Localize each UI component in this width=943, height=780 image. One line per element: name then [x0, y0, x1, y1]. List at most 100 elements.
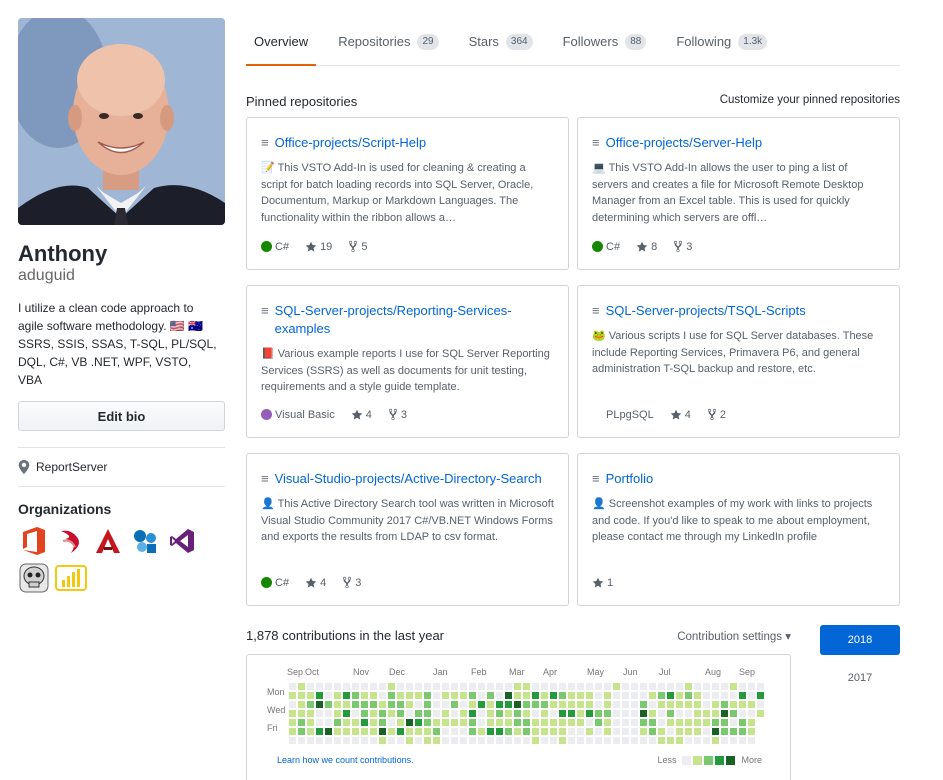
contribution-day-cell[interactable] — [577, 728, 584, 735]
contribution-day-cell[interactable] — [658, 710, 665, 717]
contribution-day-cell[interactable] — [523, 737, 530, 744]
contribution-day-cell[interactable] — [550, 719, 557, 726]
contribution-day-cell[interactable] — [649, 728, 656, 735]
contribution-day-cell[interactable] — [595, 719, 602, 726]
contribution-day-cell[interactable] — [640, 701, 647, 708]
contribution-day-cell[interactable] — [604, 692, 611, 699]
contribution-day-cell[interactable] — [577, 692, 584, 699]
contribution-day-cell[interactable] — [325, 719, 332, 726]
contribution-day-cell[interactable] — [487, 692, 494, 699]
contribution-day-cell[interactable] — [559, 728, 566, 735]
contribution-day-cell[interactable] — [667, 728, 674, 735]
contribution-day-cell[interactable] — [586, 728, 593, 735]
contribution-day-cell[interactable] — [631, 737, 638, 744]
contribution-day-cell[interactable] — [649, 710, 656, 717]
contribution-day-cell[interactable] — [613, 710, 620, 717]
contribution-day-cell[interactable] — [334, 710, 341, 717]
contribution-day-cell[interactable] — [622, 737, 629, 744]
contribution-day-cell[interactable] — [343, 728, 350, 735]
contribution-day-cell[interactable] — [739, 683, 746, 690]
contribution-day-cell[interactable] — [613, 728, 620, 735]
contribution-day-cell[interactable] — [406, 719, 413, 726]
contribution-day-cell[interactable] — [649, 737, 656, 744]
tab-overview[interactable]: Overview — [246, 18, 317, 66]
contribution-day-cell[interactable] — [703, 701, 710, 708]
contribution-day-cell[interactable] — [658, 719, 665, 726]
contribution-day-cell[interactable] — [568, 701, 575, 708]
contribution-day-cell[interactable] — [460, 737, 467, 744]
contribution-day-cell[interactable] — [658, 737, 665, 744]
contribution-day-cell[interactable] — [550, 701, 557, 708]
contribution-day-cell[interactable] — [478, 701, 485, 708]
contribution-day-cell[interactable] — [613, 683, 620, 690]
contribution-day-cell[interactable] — [532, 683, 539, 690]
contribution-day-cell[interactable] — [685, 737, 692, 744]
contribution-day-cell[interactable] — [289, 719, 296, 726]
contribution-day-cell[interactable] — [541, 719, 548, 726]
contribution-day-cell[interactable] — [352, 710, 359, 717]
contribution-day-cell[interactable] — [415, 719, 422, 726]
contribution-day-cell[interactable] — [532, 692, 539, 699]
drag-handle-icon[interactable]: ≡ — [261, 470, 269, 488]
contribution-day-cell[interactable] — [289, 701, 296, 708]
contribution-day-cell[interactable] — [460, 701, 467, 708]
contribution-day-cell[interactable] — [514, 701, 521, 708]
contribution-day-cell[interactable] — [586, 710, 593, 717]
contribution-day-cell[interactable] — [604, 701, 611, 708]
contribution-day-cell[interactable] — [541, 701, 548, 708]
contribution-day-cell[interactable] — [460, 683, 467, 690]
contribution-day-cell[interactable] — [730, 737, 737, 744]
contribution-day-cell[interactable] — [703, 692, 710, 699]
contribution-day-cell[interactable] — [316, 701, 323, 708]
contribution-day-cell[interactable] — [649, 692, 656, 699]
contribution-day-cell[interactable] — [442, 701, 449, 708]
contribution-day-cell[interactable] — [478, 719, 485, 726]
contribution-day-cell[interactable] — [415, 701, 422, 708]
contribution-day-cell[interactable] — [757, 683, 764, 690]
contribution-day-cell[interactable] — [685, 719, 692, 726]
contribution-day-cell[interactable] — [613, 701, 620, 708]
contribution-day-cell[interactable] — [343, 692, 350, 699]
contribution-day-cell[interactable] — [415, 692, 422, 699]
tab-repositories[interactable]: Repositories 29 — [330, 18, 446, 66]
contribution-day-cell[interactable] — [343, 701, 350, 708]
repo-link[interactable]: SQL-Server-projects/Reporting-Services-e… — [275, 302, 554, 338]
contribution-day-cell[interactable] — [694, 710, 701, 717]
contribution-day-cell[interactable] — [361, 719, 368, 726]
contribution-day-cell[interactable] — [298, 728, 305, 735]
contribution-day-cell[interactable] — [478, 692, 485, 699]
contribution-day-cell[interactable] — [631, 728, 638, 735]
contribution-day-cell[interactable] — [550, 737, 557, 744]
contribution-day-cell[interactable] — [676, 719, 683, 726]
contribution-day-cell[interactable] — [343, 710, 350, 717]
contribution-day-cell[interactable] — [694, 728, 701, 735]
avatar[interactable] — [18, 18, 225, 225]
contribution-day-cell[interactable] — [640, 692, 647, 699]
contribution-day-cell[interactable] — [451, 683, 458, 690]
contribution-day-cell[interactable] — [649, 701, 656, 708]
contribution-day-cell[interactable] — [694, 719, 701, 726]
contribution-day-cell[interactable] — [586, 692, 593, 699]
contribution-day-cell[interactable] — [604, 710, 611, 717]
repo-forks[interactable]: 3 — [342, 576, 361, 589]
contribution-day-cell[interactable] — [703, 719, 710, 726]
contribution-day-cell[interactable] — [334, 692, 341, 699]
contribution-day-cell[interactable] — [523, 710, 530, 717]
contribution-day-cell[interactable] — [298, 719, 305, 726]
contribution-day-cell[interactable] — [352, 701, 359, 708]
contribution-day-cell[interactable] — [388, 737, 395, 744]
contribution-day-cell[interactable] — [298, 683, 305, 690]
contribution-day-cell[interactable] — [442, 719, 449, 726]
contribution-day-cell[interactable] — [505, 737, 512, 744]
contribution-day-cell[interactable] — [496, 710, 503, 717]
contribution-day-cell[interactable] — [460, 710, 467, 717]
contribution-day-cell[interactable] — [559, 701, 566, 708]
contribution-day-cell[interactable] — [721, 728, 728, 735]
contribution-day-cell[interactable] — [676, 683, 683, 690]
contribution-day-cell[interactable] — [424, 728, 431, 735]
contribution-day-cell[interactable] — [487, 683, 494, 690]
contribution-day-cell[interactable] — [397, 683, 404, 690]
contribution-day-cell[interactable] — [370, 737, 377, 744]
contribution-day-cell[interactable] — [388, 683, 395, 690]
contribution-day-cell[interactable] — [676, 737, 683, 744]
